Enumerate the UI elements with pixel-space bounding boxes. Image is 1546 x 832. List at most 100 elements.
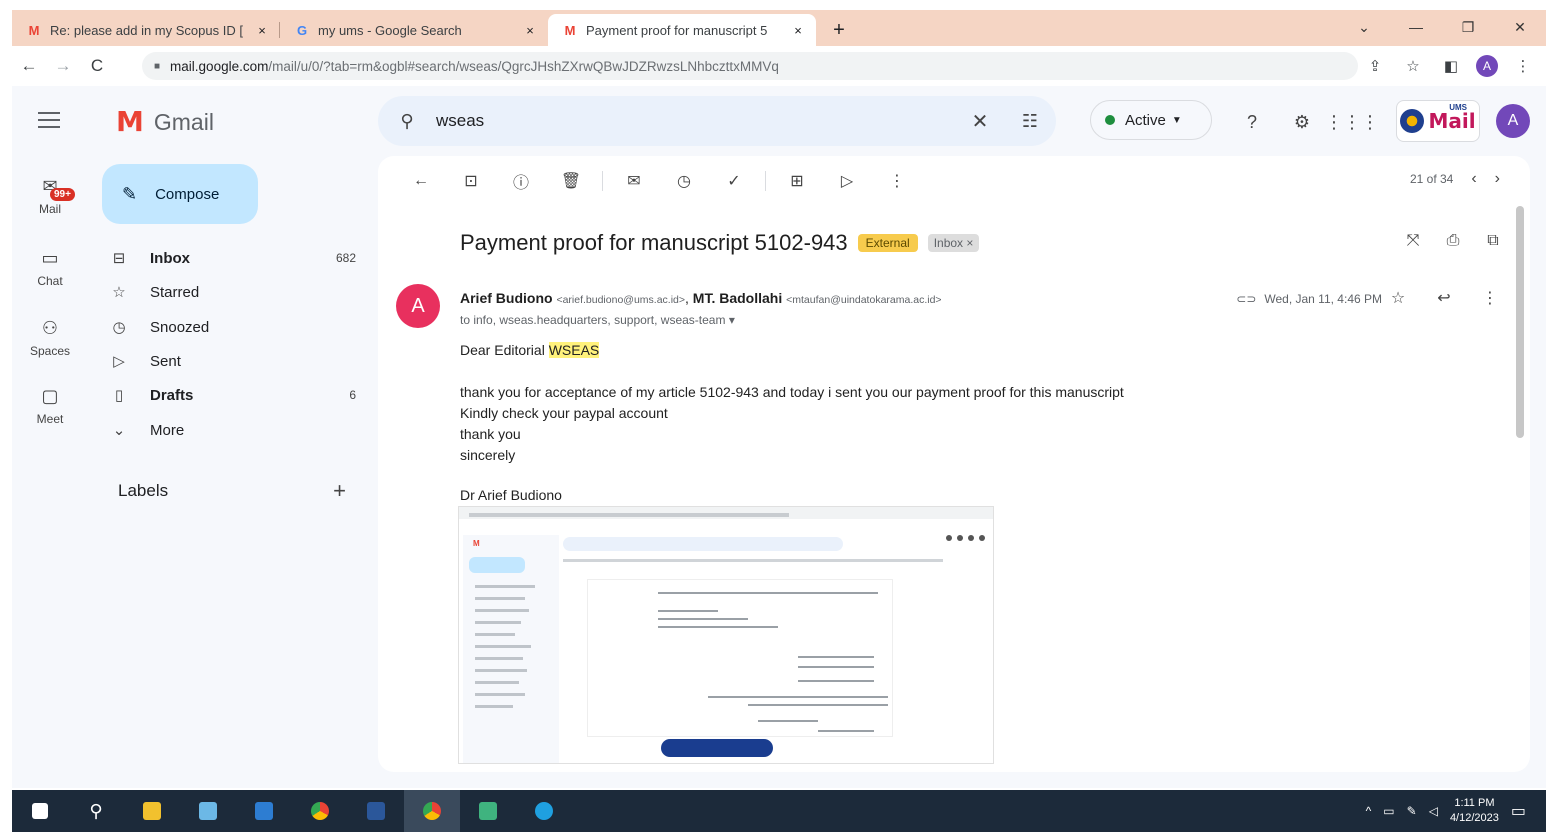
search-input[interactable] [436, 111, 956, 131]
nav-item-snoozed[interactable]: ◷ Snoozed [108, 311, 356, 343]
new-tab-button[interactable]: + [824, 14, 854, 46]
nav-label: Inbox [150, 249, 190, 267]
forward-arrow-icon[interactable]: → [46, 49, 80, 83]
reply-icon[interactable]: ↩ [1434, 288, 1454, 308]
status-label: Active [1125, 111, 1166, 129]
file-explorer-icon[interactable] [124, 790, 180, 832]
back-arrow-icon[interactable]: ← [12, 49, 46, 83]
recipients-dropdown-icon[interactable]: ▾ [729, 313, 735, 327]
status-button[interactable]: Active ▼ [1090, 100, 1212, 140]
tab-search-icon[interactable]: ⌄ [1338, 10, 1390, 44]
browser-tab-google-search[interactable]: G my ums - Google Search × [280, 14, 548, 46]
print-icon[interactable]: ⎙ [1442, 232, 1464, 250]
thumb-compose [469, 557, 525, 573]
search-options-icon[interactable]: ☷ [1004, 111, 1056, 132]
close-tab-icon[interactable]: × [254, 23, 270, 38]
gmail-icon: M [28, 22, 40, 38]
hamburger-menu-icon[interactable] [38, 112, 60, 128]
browser-tab-payment-proof[interactable]: M Payment proof for manuscript 5 × [548, 14, 816, 46]
embedded-screenshot-image[interactable]: M [458, 506, 994, 764]
scrollbar-thumb[interactable] [1516, 206, 1524, 438]
nav-item-more[interactable]: ⌄ More [108, 414, 356, 446]
delete-icon[interactable]: 🗑 [546, 166, 596, 196]
rail-item-chat[interactable]: ▭ Chat [12, 248, 88, 288]
clock[interactable]: 1:11 PM 4/12/2023 [1450, 796, 1499, 826]
mark-unread-icon[interactable]: ✉ [609, 166, 659, 196]
snooze-icon[interactable]: ◷ [659, 166, 709, 196]
store-icon[interactable] [180, 790, 236, 832]
archive-icon[interactable]: ⊡ [446, 166, 496, 196]
inbox-label-chip[interactable]: Inbox × [927, 234, 980, 252]
rail-item-meet[interactable]: ▢ Meet [12, 386, 88, 426]
greeting: Dear Editorial WSEAS [460, 340, 1124, 361]
thumb-row [658, 618, 748, 620]
body-line: thank you [460, 426, 521, 442]
newer-chevron-icon[interactable]: ‹ [1471, 170, 1476, 188]
close-tab-icon[interactable]: × [522, 23, 538, 38]
create-label-icon[interactable]: + [333, 478, 346, 504]
thumb-payment-button [661, 739, 773, 757]
collapse-all-icon[interactable]: ⤧ [1402, 232, 1424, 250]
edge-icon[interactable] [516, 790, 572, 832]
org-logo-small-text: UMS [1449, 103, 1467, 112]
more-options-icon[interactable]: ⋮ [872, 166, 922, 196]
search-icon[interactable]: ⚲ [68, 790, 124, 832]
nav-item-starred[interactable]: ☆ Starred [108, 276, 356, 308]
nav-item-inbox[interactable]: ⊟ Inbox 682 [108, 242, 356, 274]
network-icon[interactable]: ▭ [1383, 804, 1394, 818]
older-chevron-icon[interactable]: › [1495, 170, 1500, 188]
report-spam-icon[interactable]: ⓘ [496, 166, 546, 196]
settings-gear-icon[interactable]: ⚙ [1284, 104, 1320, 140]
volume-icon[interactable]: ◁ [1429, 804, 1438, 818]
gmail-logo[interactable]: M Gmail [116, 108, 214, 136]
snipping-tool-icon[interactable] [460, 790, 516, 832]
pen-icon[interactable]: ✎ [1407, 804, 1417, 818]
account-avatar[interactable]: A [1496, 104, 1530, 138]
rail-item-mail[interactable]: ✉ 99+ Mail [12, 176, 88, 216]
date-text: Wed, Jan 11, 4:46 PM [1264, 292, 1382, 306]
minimize-icon[interactable]: — [1390, 10, 1442, 44]
chrome-icon[interactable] [292, 790, 348, 832]
open-new-window-icon[interactable]: ⧉ [1482, 232, 1504, 250]
help-icon[interactable]: ? [1234, 104, 1270, 140]
nav-item-sent[interactable]: ▷ Sent [108, 345, 356, 377]
recipients-line[interactable]: to info, wseas.headquarters, support, ws… [460, 313, 735, 327]
bookmark-star-icon[interactable]: ☆ [1400, 52, 1426, 80]
more-vert-icon[interactable]: ⋮ [1480, 288, 1500, 308]
search-icon[interactable]: ⚲ [378, 111, 436, 132]
thumb-sidebar: M [463, 535, 559, 763]
restore-icon[interactable]: ❐ [1442, 10, 1494, 44]
thumb-row [798, 666, 874, 668]
word-icon[interactable] [348, 790, 404, 832]
nav-item-drafts[interactable]: ▯ Drafts 6 [108, 379, 356, 411]
chrome-active-icon[interactable] [404, 790, 460, 832]
address-bar[interactable]: ■ mail.google.com/mail/u/0/?tab=rm&ogbl#… [142, 52, 1358, 80]
profile-avatar[interactable]: A [1476, 55, 1498, 77]
organization-logo[interactable]: Mail UMS [1396, 100, 1480, 142]
mail-app-icon[interactable] [236, 790, 292, 832]
back-to-search-icon[interactable]: ← [396, 166, 446, 196]
thumb-row [658, 626, 778, 628]
side-panel-icon[interactable]: ◧ [1438, 52, 1464, 80]
share-icon[interactable]: ⇪ [1362, 52, 1388, 80]
draft-icon: ▯ [114, 387, 124, 404]
compose-button[interactable]: ✎ Compose [102, 164, 258, 224]
rail-item-spaces[interactable]: ⚇ Spaces [12, 318, 88, 358]
pager: 21 of 34 ‹ › [1410, 170, 1500, 188]
browser-tab-scopus[interactable]: M Re: please add in my Scopus ID [ × [12, 14, 280, 46]
thumb-toolbar [563, 559, 943, 562]
message-body: Dear Editorial WSEAS thank you for accep… [460, 340, 1124, 466]
close-window-icon[interactable]: ✕ [1494, 10, 1546, 44]
move-to-icon[interactable]: ⊞ [772, 166, 822, 196]
label-icon[interactable]: ▷ [822, 166, 872, 196]
add-task-icon[interactable]: ✓ [709, 166, 759, 196]
windows-start-icon[interactable] [12, 790, 68, 832]
close-tab-icon[interactable]: × [790, 23, 806, 38]
browser-menu-icon[interactable]: ⋮ [1510, 52, 1536, 80]
tray-overflow-icon[interactable]: ^ [1366, 804, 1372, 818]
notifications-icon[interactable]: ▭ [1511, 801, 1526, 821]
apps-grid-icon[interactable]: ⋮⋮⋮ [1325, 104, 1379, 140]
clear-search-icon[interactable]: ✕ [956, 109, 1004, 134]
star-icon[interactable]: ☆ [1388, 288, 1408, 308]
reload-icon[interactable]: C [80, 49, 114, 83]
